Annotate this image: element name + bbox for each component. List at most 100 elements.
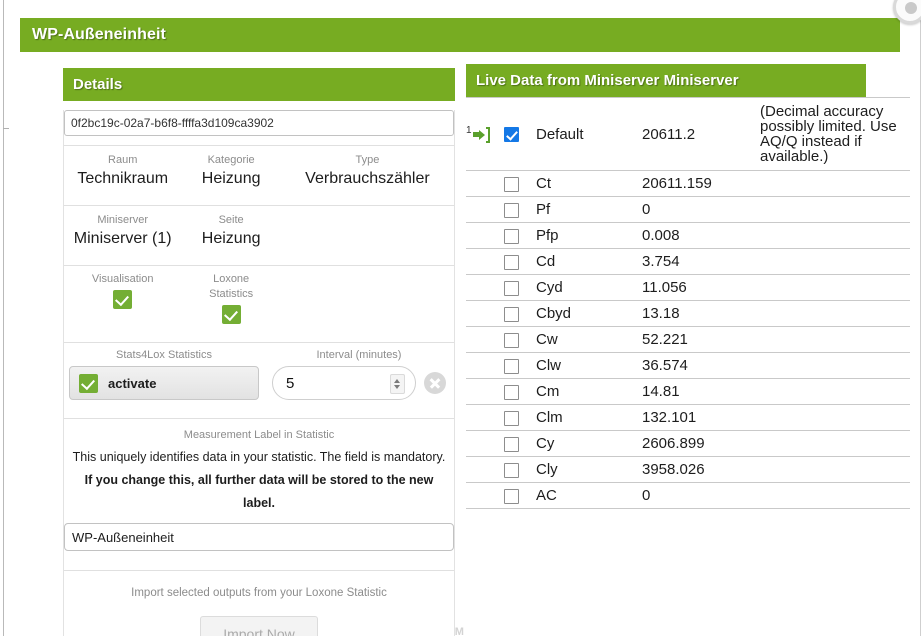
- live-data-row[interactable]: Cy 2606.899: [466, 431, 910, 457]
- row-marker-cell: [466, 301, 504, 327]
- live-data-row[interactable]: Clw 36.574: [466, 353, 910, 379]
- checkbox-unchecked-icon[interactable]: [504, 202, 519, 218]
- row-output-name: Pfp: [536, 227, 559, 244]
- import-now-button[interactable]: Import Now: [200, 616, 318, 636]
- row-output-note: [760, 457, 910, 483]
- row-checkbox-cell[interactable]: [504, 327, 536, 353]
- live-data-row[interactable]: Pf 0: [466, 197, 910, 223]
- row-output-value: 14.81: [642, 383, 680, 400]
- row-output-name: Cbyd: [536, 305, 572, 322]
- flag-loxone-statistics[interactable]: Loxone Statistics: [181, 272, 280, 324]
- row-checkbox-cell[interactable]: [504, 275, 536, 301]
- live-data-row[interactable]: 1 Default 20611.2 (Decimal accuracy possibl…: [466, 97, 910, 171]
- details-row-flags: Visualisation Loxone Statistics: [64, 266, 454, 333]
- window-title-bar: WP-Außeneinheit: [20, 18, 900, 52]
- content-columns: Details Raum Technikraum Kategorie Heizu…: [0, 52, 921, 636]
- details-panel: Details Raum Technikraum Kategorie Heizu…: [63, 68, 455, 636]
- flag-visualisation[interactable]: Visualisation: [64, 272, 181, 324]
- live-data-row[interactable]: Clm 132.101: [466, 405, 910, 431]
- live-data-row[interactable]: Cly 3958.026: [466, 457, 910, 483]
- row-marker-cell: [466, 379, 504, 405]
- row-checkbox-cell[interactable]: [504, 353, 536, 379]
- row-checkbox-cell[interactable]: [504, 379, 536, 405]
- import-block: Import selected outputs from your Loxone…: [64, 571, 454, 636]
- checkbox-unchecked-icon[interactable]: [504, 280, 519, 296]
- row-checkbox-cell[interactable]: [504, 405, 536, 431]
- row-output-value: 13.18: [642, 305, 680, 322]
- live-data-row[interactable]: Cw 52.221: [466, 327, 910, 353]
- row-checkbox-cell[interactable]: [504, 431, 536, 457]
- row-checkbox-cell[interactable]: [504, 483, 536, 509]
- interval-input[interactable]: [273, 368, 373, 398]
- row-output-value: 20611.159: [642, 175, 712, 192]
- row-output-value: 52.221: [642, 331, 688, 348]
- details-header-label: Details: [73, 76, 123, 93]
- stats4lox-activate-button[interactable]: activate: [69, 366, 259, 400]
- row-checkbox-cell[interactable]: [504, 223, 536, 249]
- row-checkbox-cell[interactable]: [504, 197, 536, 223]
- checkbox-unchecked-icon[interactable]: [504, 436, 519, 452]
- row-checkbox-cell[interactable]: [504, 301, 536, 327]
- row-checkbox-cell[interactable]: [504, 457, 536, 483]
- uuid-input[interactable]: [64, 110, 454, 136]
- details-panel-header: Details: [63, 68, 455, 101]
- row-marker-cell: 1: [466, 98, 504, 171]
- measurement-description-normal: This uniquely identifies data in your st…: [72, 450, 446, 464]
- row-marker-cell: [466, 197, 504, 223]
- row-marker-cell: [466, 457, 504, 483]
- spinner-updown-icon[interactable]: [390, 374, 405, 394]
- row-output-note: [760, 483, 910, 509]
- row-marker-cell: [466, 431, 504, 457]
- row-output-value: 2606.899: [642, 435, 705, 452]
- checkbox-checked-icon[interactable]: [504, 127, 519, 143]
- live-data-row[interactable]: Pfp 0.008: [466, 223, 910, 249]
- row-marker-cell: [466, 171, 504, 197]
- live-data-row[interactable]: Cyd 11.056: [466, 275, 910, 301]
- checkbox-unchecked-icon[interactable]: [504, 228, 519, 244]
- live-data-row[interactable]: Cm 14.81: [466, 379, 910, 405]
- stats4lox-group: Stats4Lox Statistics activate: [64, 347, 264, 400]
- checkbox-unchecked-icon[interactable]: [504, 410, 519, 426]
- checkbox-unchecked-icon[interactable]: [504, 358, 519, 374]
- row-output-note: [760, 249, 910, 275]
- row-checkbox-cell[interactable]: [504, 171, 536, 197]
- checkbox-unchecked-icon[interactable]: [504, 384, 519, 400]
- checkbox-unchecked-icon[interactable]: [504, 488, 519, 504]
- field-seite-label: Seite: [218, 214, 244, 226]
- row-output-name: Cw: [536, 331, 558, 348]
- live-data-row[interactable]: Cd 3.754: [466, 249, 910, 275]
- live-data-row[interactable]: Ct 20611.159: [466, 171, 910, 197]
- flag-visualisation-label: Visualisation: [91, 273, 154, 285]
- row-output-value: 3958.026: [642, 461, 705, 478]
- check-icon[interactable]: [221, 305, 241, 324]
- clear-circle-icon[interactable]: [424, 372, 446, 394]
- field-kategorie: Kategorie Heizung: [181, 153, 280, 190]
- row-output-name: Pf: [536, 201, 551, 218]
- check-icon[interactable]: [113, 290, 133, 309]
- checkbox-unchecked-icon[interactable]: [504, 306, 519, 322]
- row-output-name: Cy: [536, 435, 555, 452]
- row-output-name: Cm: [536, 383, 560, 400]
- live-data-header-label: Live Data from Miniserver Miniserver: [476, 72, 739, 89]
- row-checkbox-cell[interactable]: [504, 249, 536, 275]
- row-output-note: (Decimal accuracy possibly limited. Use …: [760, 103, 897, 165]
- row-output-value: 20611.2: [642, 125, 696, 143]
- checkbox-unchecked-icon[interactable]: [504, 254, 519, 270]
- checkbox-unchecked-icon[interactable]: [504, 176, 519, 192]
- field-raum-label: Raum: [108, 154, 138, 166]
- live-data-row[interactable]: AC 0: [466, 483, 910, 509]
- checkbox-unchecked-icon[interactable]: [504, 332, 519, 348]
- checkbox-unchecked-icon[interactable]: [504, 462, 519, 478]
- live-data-panel: Live Data from Miniserver Miniserver 1 De…: [466, 64, 910, 509]
- row-output-note: [760, 431, 910, 457]
- row-output-name: AC: [536, 487, 557, 504]
- field-raum: Raum Technikraum: [64, 153, 181, 190]
- measurement-title: Measurement Label in Statistic: [183, 429, 335, 441]
- row-output-name: Clm: [536, 409, 563, 426]
- live-data-table: 1 Default 20611.2 (Decimal accuracy possibl…: [466, 97, 910, 509]
- row-output-name: Clw: [536, 357, 561, 374]
- row-checkbox-cell[interactable]: [504, 98, 536, 171]
- live-data-row[interactable]: Cbyd 13.18: [466, 301, 910, 327]
- row-output-name: Cly: [536, 461, 558, 478]
- measurement-label-input[interactable]: [64, 523, 454, 551]
